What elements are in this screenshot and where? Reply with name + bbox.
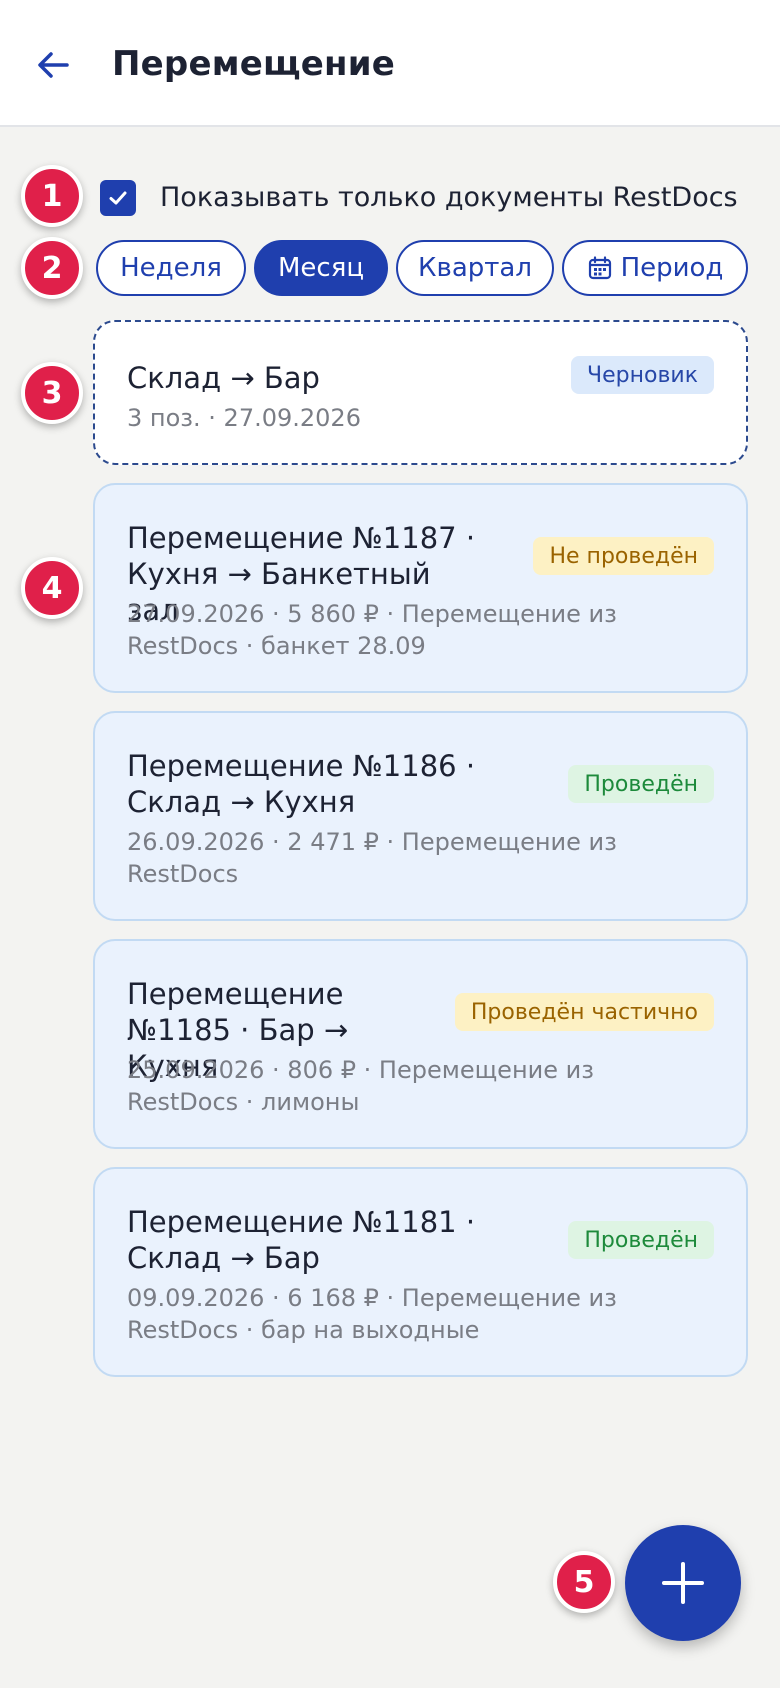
chip-period-label: Период <box>620 253 724 283</box>
document-title-line1: Перемещение №1181 · <box>127 1205 476 1239</box>
plus-icon <box>662 1562 704 1604</box>
add-document-button[interactable] <box>625 1525 741 1641</box>
annotation-badge-4: 4 <box>21 557 83 619</box>
chip-week-label: Неделя <box>120 253 222 283</box>
annotation-badge-5: 5 <box>553 1551 615 1613</box>
chip-quarter[interactable]: Квартал <box>396 240 554 296</box>
document-subtitle-line1: 09.09.2026 · 6 168 ₽ · Перемещение из <box>127 1284 617 1312</box>
document-title-line1: Перемещение <box>127 977 344 1011</box>
annotation-badge-2: 2 <box>21 237 83 299</box>
status-badge: Не проведён <box>533 537 714 575</box>
document-card[interactable]: Перемещение №1187 · Кухня → Банкетный за… <box>93 483 748 693</box>
chip-month-label: Месяц <box>277 253 365 283</box>
chip-period[interactable]: Период <box>562 240 748 296</box>
annotation-badge-1: 1 <box>21 165 83 227</box>
document-subtitle-line2: RestDocs · бар на выходные <box>127 1316 480 1344</box>
chip-quarter-label: Квартал <box>418 253 532 283</box>
back-button[interactable] <box>26 38 80 92</box>
chip-month[interactable]: Месяц <box>254 240 388 296</box>
check-icon <box>109 191 127 205</box>
document-card[interactable]: Перемещение №1185 · Бар → Кухня 25.09.20… <box>93 939 748 1149</box>
document-title-line2: Склад → Кухня <box>127 785 356 819</box>
restdocs-only-label[interactable]: Показывать только документы RestDocs <box>160 182 738 213</box>
chip-week[interactable]: Неделя <box>96 240 246 296</box>
document-card-draft[interactable]: Склад → Бар 3 поз. · 27.09.2026 Черновик <box>93 320 748 465</box>
document-subtitle-line1: 25.09.2026 · 806 ₽ · Перемещение из <box>127 1056 594 1084</box>
app-header: Перемещение <box>0 0 780 127</box>
document-title-line2: Склад → Бар <box>127 1241 320 1275</box>
document-subtitle: 3 поз. · 27.09.2026 <box>127 404 361 432</box>
status-badge: Проведён <box>568 765 714 803</box>
document-subtitle-line2: RestDocs · лимоны <box>127 1088 360 1116</box>
document-subtitle-line1: 27.09.2026 · 5 860 ₽ · Перемещение из <box>127 600 617 628</box>
document-subtitle-line1: 26.09.2026 · 2 471 ₽ · Перемещение из <box>127 828 617 856</box>
status-badge: Проведён <box>568 1221 714 1259</box>
document-title-line1: Перемещение №1186 · <box>127 749 476 783</box>
document-card[interactable]: Перемещение №1186 · Склад → Кухня 26.09.… <box>93 711 748 921</box>
page-title: Перемещение <box>112 44 395 84</box>
restdocs-only-checkbox[interactable] <box>100 180 136 216</box>
status-badge: Проведён частично <box>454 993 714 1031</box>
status-badge: Черновик <box>571 356 714 394</box>
arrow-left-icon <box>38 52 69 78</box>
document-subtitle-line2: RestDocs · банкет 28.09 <box>127 632 426 660</box>
document-subtitle-line2: RestDocs <box>127 860 239 888</box>
calendar-icon <box>588 256 611 280</box>
document-title-line1: Перемещение №1187 · <box>127 521 476 555</box>
annotation-badge-3: 3 <box>21 362 83 424</box>
document-card[interactable]: Перемещение №1181 · Склад → Бар 09.09.20… <box>93 1167 748 1377</box>
document-title: Склад → Бар <box>127 361 320 395</box>
